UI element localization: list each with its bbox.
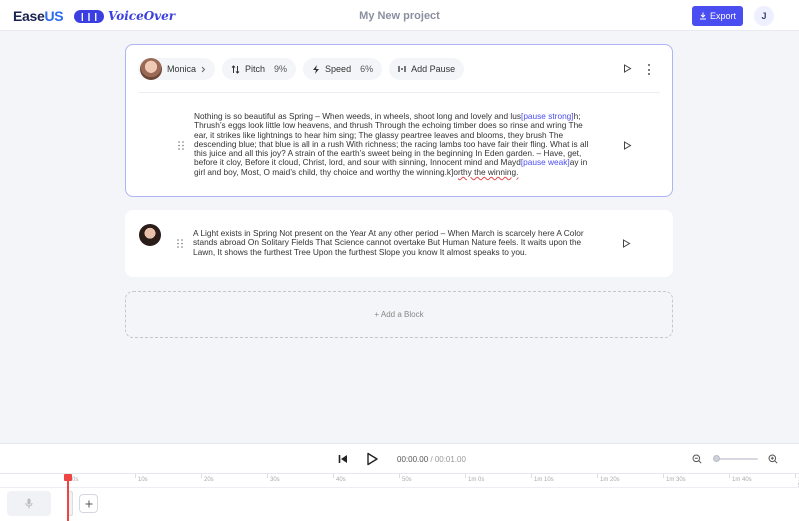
speed-value: 6% bbox=[360, 64, 374, 74]
export-button[interactable]: Export bbox=[692, 6, 743, 26]
play-icon[interactable] bbox=[623, 64, 632, 73]
time-ruler[interactable]: 0s 10s 20s 30s 40s 50s 1m 0s 1m 10s 1m 20s 1m 30s… bbox=[0, 474, 799, 489]
pitch-control[interactable]: Pitch 9% bbox=[222, 58, 297, 80]
ruler-tick-mark bbox=[135, 474, 136, 478]
ruler-tick-mark bbox=[597, 474, 598, 478]
skip-back-icon[interactable] bbox=[338, 454, 348, 464]
add-block-button[interactable]: + Add a Block bbox=[125, 291, 673, 338]
play-icon[interactable] bbox=[366, 452, 379, 466]
drag-handle-icon[interactable] bbox=[178, 141, 186, 150]
playhead-handle[interactable] bbox=[64, 474, 72, 481]
user-avatar[interactable]: J bbox=[754, 6, 774, 26]
ruler-tick-mark bbox=[333, 474, 334, 478]
toolbar-divider bbox=[138, 92, 660, 93]
chevron-right-icon bbox=[201, 66, 206, 72]
zoom-out-icon[interactable] bbox=[692, 454, 702, 464]
pitch-label: Pitch bbox=[245, 64, 266, 74]
pause-icon bbox=[398, 66, 406, 72]
ruler-tick-label: 0s bbox=[72, 477, 79, 483]
voice-avatar bbox=[140, 58, 162, 80]
zoom-in-icon[interactable] bbox=[768, 454, 778, 464]
ruler-tick-label: 1m 30s bbox=[666, 477, 686, 483]
total-time: 00:01.00 bbox=[434, 455, 466, 464]
block-text-editor[interactable]: A Light exists in Spring Not present on … bbox=[193, 228, 595, 257]
download-icon bbox=[699, 12, 706, 20]
play-icon[interactable] bbox=[623, 141, 632, 150]
voice-block-1[interactable]: Monica Pitch 9% Speed 6% Add Pause Nothi… bbox=[125, 44, 673, 197]
zoom-slider-handle[interactable] bbox=[713, 455, 720, 462]
ruler-tick-mark bbox=[399, 474, 400, 478]
ruler-tick-mark bbox=[663, 474, 664, 478]
speed-control[interactable]: Speed 6% bbox=[303, 58, 383, 80]
more-options-icon[interactable] bbox=[647, 64, 651, 75]
ruler-tick-label: 50s bbox=[402, 477, 412, 483]
track-header[interactable] bbox=[7, 491, 51, 516]
text-segment-flagged: rthy the winning. bbox=[457, 166, 519, 177]
ruler-tick-label: 40s bbox=[336, 477, 346, 483]
pitch-value: 9% bbox=[274, 64, 288, 74]
ruler-tick-label: 20s bbox=[204, 477, 214, 483]
voice-avatar[interactable] bbox=[139, 224, 161, 246]
ruler-tick-mark bbox=[795, 474, 796, 478]
ruler-tick-label: 10s bbox=[138, 477, 148, 483]
drag-handle-icon[interactable] bbox=[177, 239, 185, 248]
ruler-tick-label: 1m 0s bbox=[468, 477, 485, 483]
ruler-tick-label: 1m 10s bbox=[534, 477, 554, 483]
export-label: Export bbox=[709, 11, 736, 21]
add-pause-label: Add Pause bbox=[411, 64, 456, 74]
current-time: 00:00.00 bbox=[397, 455, 429, 464]
ruler-tick-label: 1m 20s bbox=[600, 477, 620, 483]
ruler-tick-mark bbox=[531, 474, 532, 478]
ruler-tick-mark bbox=[267, 474, 268, 478]
project-title[interactable]: My New project bbox=[0, 10, 799, 22]
pitch-arrows-icon bbox=[231, 64, 240, 74]
add-track-button[interactable] bbox=[79, 494, 98, 513]
block-text-editor[interactable]: Nothing is so beautiful as Spring – When… bbox=[194, 111, 598, 177]
add-block-label: + Add a Block bbox=[374, 310, 424, 319]
ruler-tick-label: 30s bbox=[270, 477, 280, 483]
voice-selector[interactable]: Monica bbox=[138, 58, 216, 80]
microphone-icon bbox=[25, 498, 33, 509]
playhead[interactable] bbox=[67, 474, 69, 521]
top-bar: EaseUS ❙❙❙ VoiceOver My New project Expo… bbox=[0, 0, 799, 31]
plus-icon bbox=[85, 500, 92, 507]
add-pause-button[interactable]: Add Pause bbox=[389, 58, 465, 80]
timeline[interactable]: 0s 10s 20s 30s 40s 50s 1m 0s 1m 10s 1m 20s 1m 30s… bbox=[0, 473, 799, 521]
ruler-tick-mark bbox=[465, 474, 466, 478]
player-bar: 00:00.00 / 00:01.00 bbox=[0, 443, 799, 473]
zoom-slider-track[interactable] bbox=[716, 458, 758, 460]
ruler-tick-mark bbox=[729, 474, 730, 478]
time-readout: 00:00.00 / 00:01.00 bbox=[397, 455, 466, 464]
time-separator: / bbox=[428, 455, 435, 464]
voice-name: Monica bbox=[167, 64, 197, 74]
block-toolbar: Monica Pitch 9% Speed 6% Add Pause bbox=[138, 58, 465, 80]
ruler-tick-label: 1m 40s bbox=[732, 477, 752, 483]
speed-label: Speed bbox=[325, 64, 352, 74]
ruler-tick-mark bbox=[201, 474, 202, 478]
pause-tag-weak[interactable]: [pause weak] bbox=[521, 157, 570, 167]
lightning-icon bbox=[313, 64, 320, 74]
voice-block-2[interactable]: A Light exists in Spring Not present on … bbox=[125, 210, 673, 277]
play-icon[interactable] bbox=[622, 239, 631, 248]
